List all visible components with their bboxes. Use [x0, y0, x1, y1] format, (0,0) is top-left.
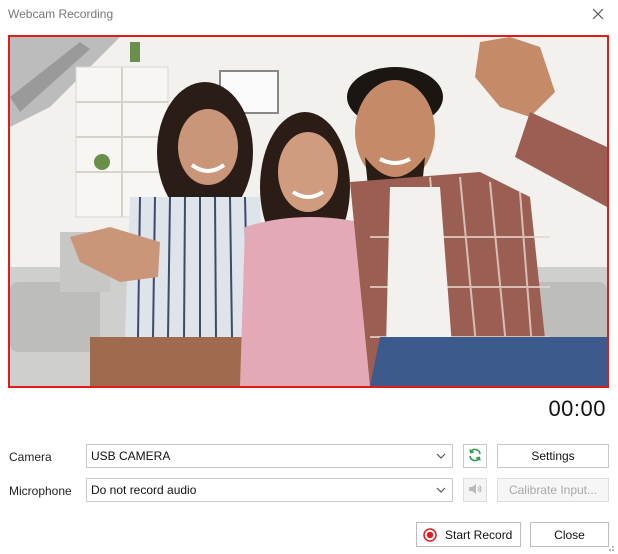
close-icon[interactable]	[588, 4, 608, 24]
refresh-camera-button[interactable]	[463, 444, 487, 468]
chevron-down-icon	[434, 483, 448, 497]
camera-select-value: USB CAMERA	[91, 449, 171, 463]
speaker-icon	[467, 481, 483, 500]
microphone-volume-button[interactable]	[463, 478, 487, 502]
recording-timer: 00:00	[548, 396, 606, 421]
webcam-feed-image	[10, 37, 607, 386]
refresh-icon	[467, 447, 483, 466]
chevron-down-icon	[434, 449, 448, 463]
record-icon	[423, 527, 437, 542]
title-bar: Webcam Recording	[0, 0, 618, 30]
microphone-select-value: Do not record audio	[91, 483, 197, 497]
window-title: Webcam Recording	[8, 7, 114, 21]
start-record-button[interactable]: Start Record	[416, 522, 521, 547]
webcam-preview	[8, 35, 609, 388]
calibrate-input-button[interactable]: Calibrate Input...	[497, 478, 609, 502]
close-button[interactable]: Close	[530, 522, 609, 547]
microphone-label: Microphone	[9, 484, 72, 498]
resize-grip-icon[interactable]	[605, 541, 615, 551]
camera-settings-button[interactable]: Settings	[497, 444, 609, 468]
camera-select[interactable]: USB CAMERA	[86, 444, 453, 468]
camera-label: Camera	[9, 450, 52, 464]
microphone-select[interactable]: Do not record audio	[86, 478, 453, 502]
start-record-label: Start Record	[445, 527, 513, 542]
